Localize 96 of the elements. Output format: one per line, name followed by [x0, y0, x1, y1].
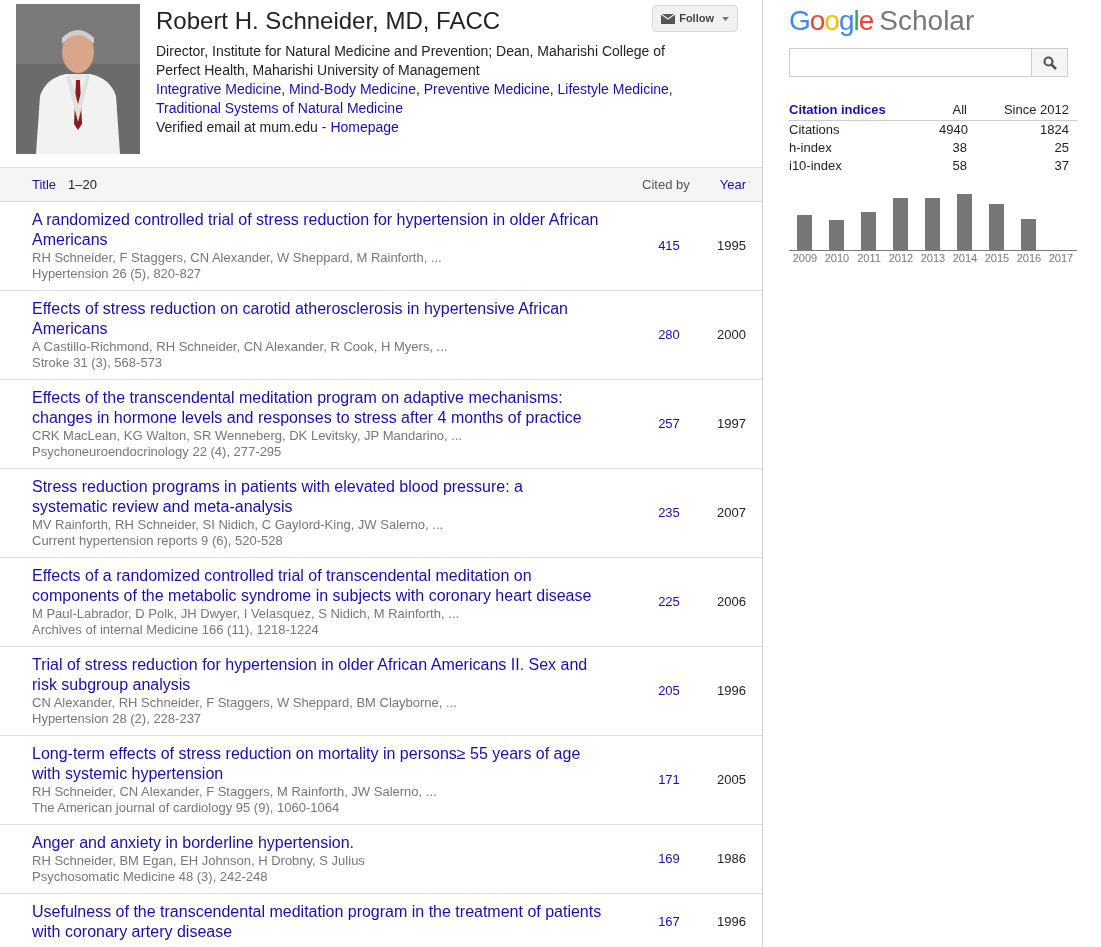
venue: Psychosomatic Medicine 48 (3), 242-248	[32, 869, 269, 885]
year-cell-text: 1995	[716, 237, 746, 256]
authors: CRK MacLean, KG Walton, SR Wenneberg, DK Levitsky, JP Mandarino, ...	[32, 428, 464, 444]
cited-by-link[interactable]: 225	[649, 592, 689, 612]
search-button[interactable]	[1032, 48, 1068, 77]
year-label: 2014	[951, 251, 979, 265]
article-title[interactable]: Effects of stress reduction on carotid atherosclerosis in hypertensive African Americans	[32, 299, 602, 339]
article-title[interactable]: A randomized controlled trial of stress reduction for hypertension in older African Americans	[32, 210, 602, 250]
cited-by-header: Cited by	[642, 175, 690, 194]
comma: ,	[415, 81, 421, 97]
year-cell-text: 1996	[716, 913, 746, 932]
year-label: 2011	[856, 251, 882, 265]
article-title[interactable]: Trial of stress reduction for hypertension in older African Americans II. Sex and risk subgroup analysis	[32, 655, 602, 695]
affiliation: Director, Institute for Natural Medicine and Prevention; Dean, Maharishi College of Perfect Health, Maharishi University of Management	[156, 42, 666, 80]
venue: Current hypertension reports 9 (6), 520-528	[32, 533, 284, 549]
cited-by-link[interactable]: 171	[649, 770, 689, 790]
venue: Psychoneuroendocrinology 22 (4), 277-295	[32, 444, 283, 460]
authors: RH Schneider, BM Egan, EH Johnson, H Drobny, S Julius	[32, 853, 366, 869]
authors: RH Schneider, F Staggers, CN Alexander, W Sheppard, M Rainforth, ...	[32, 250, 443, 266]
year-label: 2012	[887, 251, 915, 265]
bar	[797, 215, 812, 250]
venue: Stroke 31 (3), 568-573	[32, 355, 164, 371]
year-label: 2009	[791, 251, 819, 265]
column-heading: All	[951, 101, 967, 118]
column-heading: Since 2012	[1002, 101, 1070, 118]
caret-icon	[722, 16, 729, 21]
citation-indices-heading: Citation indices	[789, 101, 887, 118]
article-title[interactable]: Effects of a randomized controlled trial of transcendental meditation on components of the metabolic syndrome in subjects with coronary heart disease	[32, 566, 602, 606]
article-title[interactable]: Long-term effects of stress reduction on mortality in persons≥ 55 years of age with systemic hypertension	[32, 744, 602, 784]
index-value: 4940	[939, 121, 967, 139]
year-label: 2010	[823, 251, 851, 265]
profile-name: Robert H. Schneider, MD, FACC	[156, 6, 501, 36]
interest-link[interactable]: Lifestyle Medicine	[557, 81, 669, 97]
venue: The American journal of cardiology 95 (9), 1060-1064	[32, 800, 341, 816]
year-cell-text: 2006	[716, 593, 746, 612]
bar	[893, 198, 908, 250]
authors: M Paul-Labrador, D Polk, JH Dwyer, I Velasquez, S Nidich, M Rainforth, ...	[32, 606, 460, 622]
year-label: 2013	[919, 251, 947, 265]
comma: ,	[281, 81, 287, 97]
venue: Hypertension 26 (5), 820-827	[32, 266, 203, 282]
authors: A Castillo-Richmond, RH Schneider, CN Alexander, R Cook, H Myers, ...	[32, 339, 449, 355]
cited-by-link[interactable]: 169	[649, 849, 689, 869]
article-title[interactable]: Usefulness of the transcendental meditation program in the treatment of patients with coronary artery disease	[32, 902, 602, 942]
year-cell-text: 1997	[716, 415, 746, 434]
index-value: 38	[951, 139, 967, 157]
year-cell-text: 2007	[716, 504, 746, 523]
cited-by-link[interactable]: 257	[649, 414, 689, 434]
article-title[interactable]: Anger and anxiety in borderline hypertension.	[32, 833, 602, 853]
year-sort-link[interactable]: Year	[719, 174, 746, 195]
interest-link[interactable]: Integrative Medicine	[156, 81, 282, 97]
bar	[829, 220, 844, 250]
mail-icon	[661, 13, 676, 24]
interest-link[interactable]: Traditional Systems of Natural Medicine	[156, 100, 403, 116]
verified-email: Verified email at mum.edu -	[156, 118, 327, 137]
year-label: 2017	[1047, 251, 1075, 265]
year-cell-text: 2000	[716, 326, 746, 345]
article-title[interactable]: Stress reduction programs in patients with elevated blood pressure: a systematic review and meta-analysis	[32, 477, 602, 517]
index-value: 37	[1053, 157, 1070, 175]
authors: MV Rainforth, RH Schneider, SI Nidich, C Gaylord-King, JW Salerno, ...	[32, 517, 445, 533]
cited-by-link[interactable]: 415	[649, 236, 689, 256]
search-icon	[1042, 55, 1057, 70]
index-label: Citations	[789, 121, 841, 139]
comma: ,	[668, 81, 673, 97]
index-label: h-index	[789, 139, 833, 157]
comma: ,	[549, 81, 555, 97]
year-label: 2016	[1015, 251, 1043, 265]
interest-link[interactable]: Preventive Medicine	[423, 81, 550, 97]
cited-by-link[interactable]: 167	[649, 912, 689, 932]
year-cell-text: 2005	[716, 771, 746, 790]
bar	[925, 198, 940, 250]
bar	[1021, 219, 1036, 250]
index-value: 25	[1053, 139, 1070, 157]
interest-link[interactable]: Mind-Body Medicine	[289, 81, 416, 97]
index-label: i10-index	[789, 157, 843, 175]
authors: RH Schneider, CN Alexander, F Staggers, M Rainforth, JW Salerno, ...	[32, 784, 438, 800]
article-title[interactable]: Effects of the transcendental meditation program on adaptive mechanisms: changes in hormone levels and responses to stress after 4 months of practice	[32, 388, 602, 428]
index-value: 1824	[1039, 121, 1070, 139]
google-scholar-logo[interactable]: Google Scholar	[789, 4, 1077, 38]
follow-button[interactable]: Follow	[652, 5, 738, 32]
year-cell-text: 1986	[716, 850, 746, 869]
venue: Hypertension 28 (2), 228-237	[32, 711, 203, 727]
title-sort-link[interactable]: Title	[32, 174, 57, 195]
venue: Archives of internal Medicine 166 (11), 1218-1224	[32, 622, 320, 638]
year-label: 2015	[983, 251, 1011, 265]
homepage-link[interactable]: Homepage	[330, 118, 399, 137]
bar	[989, 204, 1004, 250]
cited-by-link[interactable]: 280	[649, 325, 689, 345]
index-value: 58	[951, 157, 967, 175]
authors: CN Alexander, RH Schneider, F Staggers, W Sheppard, BM Clayborne, ...	[32, 695, 458, 711]
cited-by-link[interactable]: 205	[649, 681, 689, 701]
bar	[957, 194, 972, 250]
year-cell-text: 1996	[716, 682, 746, 701]
range-label: 1–20	[68, 175, 97, 194]
cited-by-link[interactable]: 235	[649, 503, 689, 523]
bar	[861, 212, 876, 250]
search-field[interactable]	[789, 48, 1032, 77]
